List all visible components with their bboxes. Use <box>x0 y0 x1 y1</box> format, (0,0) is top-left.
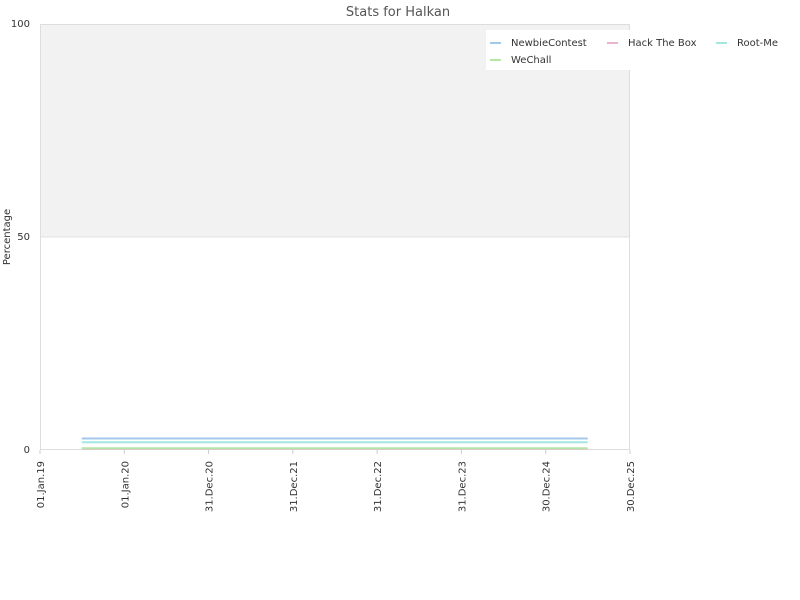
plot-area: 0 50 100 01.Jan.19 01.Jan.20 31.Dec.20 31.Dec.… <box>11 19 637 512</box>
legend-label: Hack The Box <box>628 38 697 49</box>
legend-label: Root-Me <box>737 38 778 49</box>
y-tick-label: 50 <box>17 232 30 243</box>
x-tick-label: 30.Dec.25 <box>626 461 637 512</box>
x-tick-label: 31.Dec.23 <box>457 461 468 512</box>
x-tick-label: 31.Dec.22 <box>373 461 384 512</box>
legend-label: WeChall <box>511 55 551 66</box>
x-tick-label: 01.Jan.19 <box>36 461 47 508</box>
x-tick-label: 30.Dec.24 <box>542 461 553 512</box>
y-tick-label: 100 <box>11 19 30 30</box>
x-tick-label: 31.Dec.20 <box>205 461 216 512</box>
x-tick-label: 01.Jan.20 <box>120 461 131 508</box>
legend: NewbieContest Hack The Box Root-Me WeChall <box>486 30 778 70</box>
legend-box <box>486 30 632 70</box>
y-axis-label: Percentage <box>2 209 13 265</box>
legend-label: NewbieContest <box>511 38 587 49</box>
x-tick-label: 31.Dec.21 <box>289 461 300 512</box>
chart-title: Stats for Halkan <box>346 5 450 20</box>
chart-canvas: Stats for Halkan Percentage 0 50 100 01.Jan… <box>2 5 778 512</box>
y-tick-label: 0 <box>24 445 30 456</box>
